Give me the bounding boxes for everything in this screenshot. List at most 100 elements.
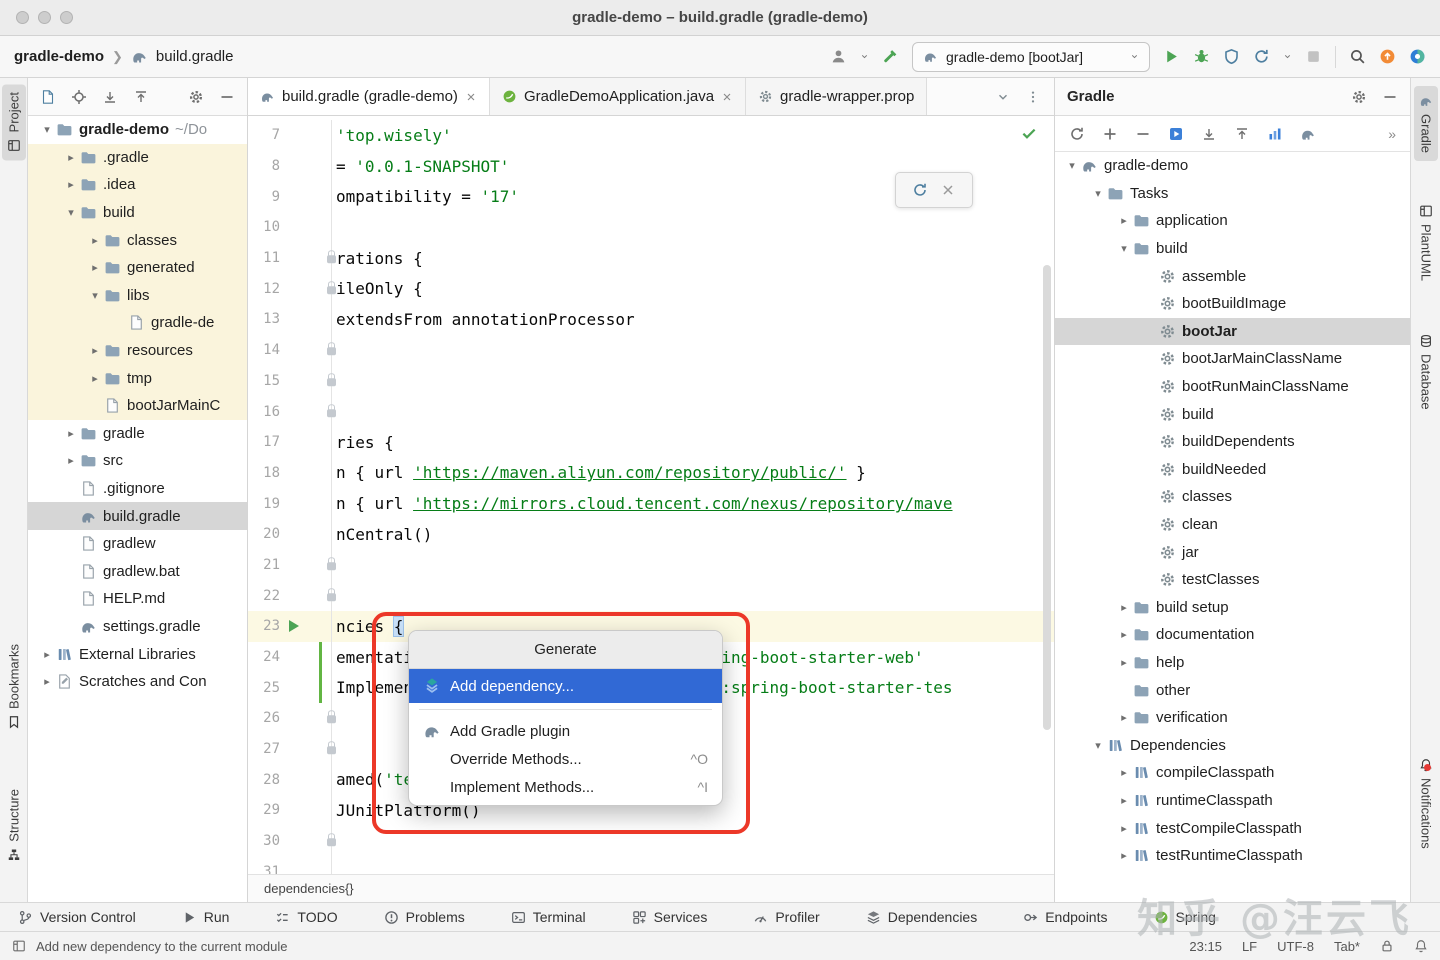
close-tab-icon[interactable]: [721, 91, 733, 103]
project-tree-item[interactable]: ▸ .gradle: [28, 143, 247, 172]
code-line[interactable]: 20 nCentral(): [248, 518, 1054, 550]
gutter-marker-icon[interactable]: [327, 403, 336, 417]
code-line[interactable]: 22: [248, 580, 1054, 611]
encoding-widget[interactable]: UTF-8: [1277, 939, 1314, 954]
gradle-tree-item[interactable]: build: [1055, 400, 1410, 428]
gradle-tree-item[interactable]: classes: [1055, 483, 1410, 511]
run-line-icon[interactable]: [289, 620, 299, 633]
stripe-tab-gradle[interactable]: Gradle: [1414, 86, 1438, 162]
close-tab-icon[interactable]: [465, 91, 477, 103]
project-tree-item[interactable]: bootJarMainC: [28, 391, 247, 420]
gutter-marker-icon[interactable]: [327, 557, 336, 571]
code-line[interactable]: 11 rations {: [248, 242, 1054, 274]
menu-item-add-gradle-plugin[interactable]: Add Gradle plugin: [409, 717, 722, 745]
opened-file-icon[interactable]: [40, 89, 56, 105]
gradle-tree-item[interactable]: ▸ compileClasspath: [1055, 759, 1410, 787]
project-tree-item[interactable]: ▸ External Libraries: [28, 640, 247, 668]
gradle-tree-item[interactable]: clean: [1055, 511, 1410, 539]
tree-chevron-icon[interactable]: ▸: [1115, 656, 1133, 669]
gradle-tree-item[interactable]: ▾ gradle-demo: [1055, 152, 1410, 180]
stripe-tab-notifications[interactable]: Notifications: [1414, 750, 1438, 857]
code-line[interactable]: 31: [248, 856, 1054, 874]
gradle-tree-item[interactable]: testClasses: [1055, 566, 1410, 594]
tree-chevron-icon[interactable]: ▸: [38, 648, 56, 661]
tree-chevron-icon[interactable]: ▸: [86, 261, 104, 274]
code-line[interactable]: 16: [248, 396, 1054, 427]
breadcrumb-project[interactable]: gradle-demo: [14, 48, 104, 65]
code-line[interactable]: 30: [248, 825, 1054, 857]
user-icon[interactable]: [830, 48, 847, 65]
project-tree-item[interactable]: ▸ Scratches and Con: [28, 668, 247, 696]
tree-chevron-icon[interactable]: ▸: [1115, 794, 1133, 807]
editor-scrollbar[interactable]: [1043, 265, 1051, 730]
tree-chevron-icon[interactable]: ▸: [62, 151, 80, 164]
project-tree-item[interactable]: gradlew: [28, 530, 247, 558]
inspections-ok-icon[interactable]: [1020, 124, 1038, 142]
tree-chevron-icon[interactable]: ▾: [1115, 242, 1133, 255]
hide-panel-icon[interactable]: [219, 89, 235, 105]
tree-chevron-icon[interactable]: ▸: [86, 234, 104, 247]
lock-icon[interactable]: [1380, 939, 1394, 953]
code-line[interactable]: 13 extendsFrom annotationProcessor: [248, 304, 1054, 335]
gradle-tree-item[interactable]: jar: [1055, 538, 1410, 566]
tree-chevron-icon[interactable]: ▸: [1115, 849, 1133, 862]
dependency-analyzer-icon[interactable]: [1267, 126, 1283, 142]
gradle-tree-item[interactable]: ▾ build: [1055, 235, 1410, 263]
more-actions-chevrons-icon[interactable]: »: [1388, 126, 1396, 142]
tree-chevron-icon[interactable]: ▾: [86, 289, 104, 302]
tree-chevron-icon[interactable]: ▾: [1089, 187, 1107, 200]
project-tree-item[interactable]: ▸ resources: [28, 336, 247, 365]
project-tree-item[interactable]: .gitignore: [28, 475, 247, 503]
toolwindow-version-control[interactable]: Version Control: [18, 909, 136, 925]
gutter-marker-icon[interactable]: [327, 710, 336, 724]
toolwindow-services[interactable]: Services: [632, 909, 707, 925]
gradle-tree-item[interactable]: ▸ application: [1055, 207, 1410, 235]
build-hammer-icon[interactable]: [882, 48, 899, 65]
gradle-tree-item[interactable]: ▸ help: [1055, 649, 1410, 677]
stripe-tab-database[interactable]: Database: [1414, 326, 1438, 418]
project-tree-item[interactable]: ▾ build: [28, 198, 247, 227]
run-button[interactable]: [1163, 48, 1180, 65]
toolwindow-endpoints[interactable]: Endpoints: [1023, 909, 1108, 925]
notifications-bell-icon[interactable]: [1414, 939, 1428, 953]
project-tree-item[interactable]: ▸ src: [28, 447, 247, 475]
code-editor[interactable]: 7 'top.wisely' 8 = '0.0.1-SNAPSHOT' 9 ompatib…: [248, 116, 1054, 874]
hide-panel-icon[interactable]: [1382, 89, 1398, 105]
user-dropdown-icon[interactable]: [860, 52, 869, 61]
load-gradle-changes-icon[interactable]: [912, 182, 928, 198]
gradle-assistant-icon[interactable]: [1409, 48, 1426, 65]
project-tree-item[interactable]: ▸ .idea: [28, 171, 247, 199]
gutter-marker-icon[interactable]: [327, 741, 336, 755]
tree-chevron-icon[interactable]: ▸: [86, 372, 104, 385]
gradle-tree-item[interactable]: bootRunMainClassName: [1055, 373, 1410, 401]
menu-item-implement-methods[interactable]: Implement Methods... ^I: [409, 773, 722, 801]
gradle-tree-item[interactable]: other: [1055, 676, 1410, 704]
gutter-marker-icon[interactable]: [327, 833, 336, 847]
stripe-tab-project[interactable]: Project: [2, 84, 26, 161]
tree-chevron-icon[interactable]: ▾: [1063, 159, 1081, 172]
tab-gradle-wrapper-properties[interactable]: gradle-wrapper.prop: [746, 78, 928, 115]
gradle-tree-item[interactable]: bootBuildImage: [1055, 290, 1410, 318]
tree-chevron-icon[interactable]: ▸: [1115, 628, 1133, 641]
gradle-tree-item[interactable]: ▸ testCompileClasspath: [1055, 814, 1410, 842]
tree-chevron-icon[interactable]: ▸: [38, 675, 56, 688]
tree-chevron-icon[interactable]: ▸: [1115, 601, 1133, 614]
hidden-tabs-chevron-icon[interactable]: [996, 90, 1010, 104]
project-tree-item[interactable]: ▾ gradle-demo ~/Do: [28, 116, 247, 144]
gradle-tree-item[interactable]: buildNeeded: [1055, 456, 1410, 484]
project-tree-item[interactable]: ▸ generated: [28, 253, 247, 282]
minimize-button[interactable]: [38, 11, 51, 24]
editor-options-kebab-icon[interactable]: [1026, 90, 1040, 104]
tree-chevron-icon[interactable]: ▸: [1115, 766, 1133, 779]
attach-project-icon[interactable]: [1102, 126, 1118, 142]
line-ending-widget[interactable]: LF: [1242, 939, 1257, 954]
gutter-marker-icon[interactable]: [327, 280, 336, 294]
project-tree-item[interactable]: gradle-de: [28, 309, 247, 337]
close-button[interactable]: [16, 11, 29, 24]
gradle-tree-item[interactable]: ▸ verification: [1055, 704, 1410, 732]
coverage-shield-icon[interactable]: [1223, 48, 1240, 65]
breadcrumb-file[interactable]: build.gradle: [156, 48, 234, 65]
collapse-all-icon[interactable]: [1234, 126, 1250, 142]
tree-chevron-icon[interactable]: ▾: [62, 206, 80, 219]
tree-chevron-icon[interactable]: ▸: [62, 454, 80, 467]
